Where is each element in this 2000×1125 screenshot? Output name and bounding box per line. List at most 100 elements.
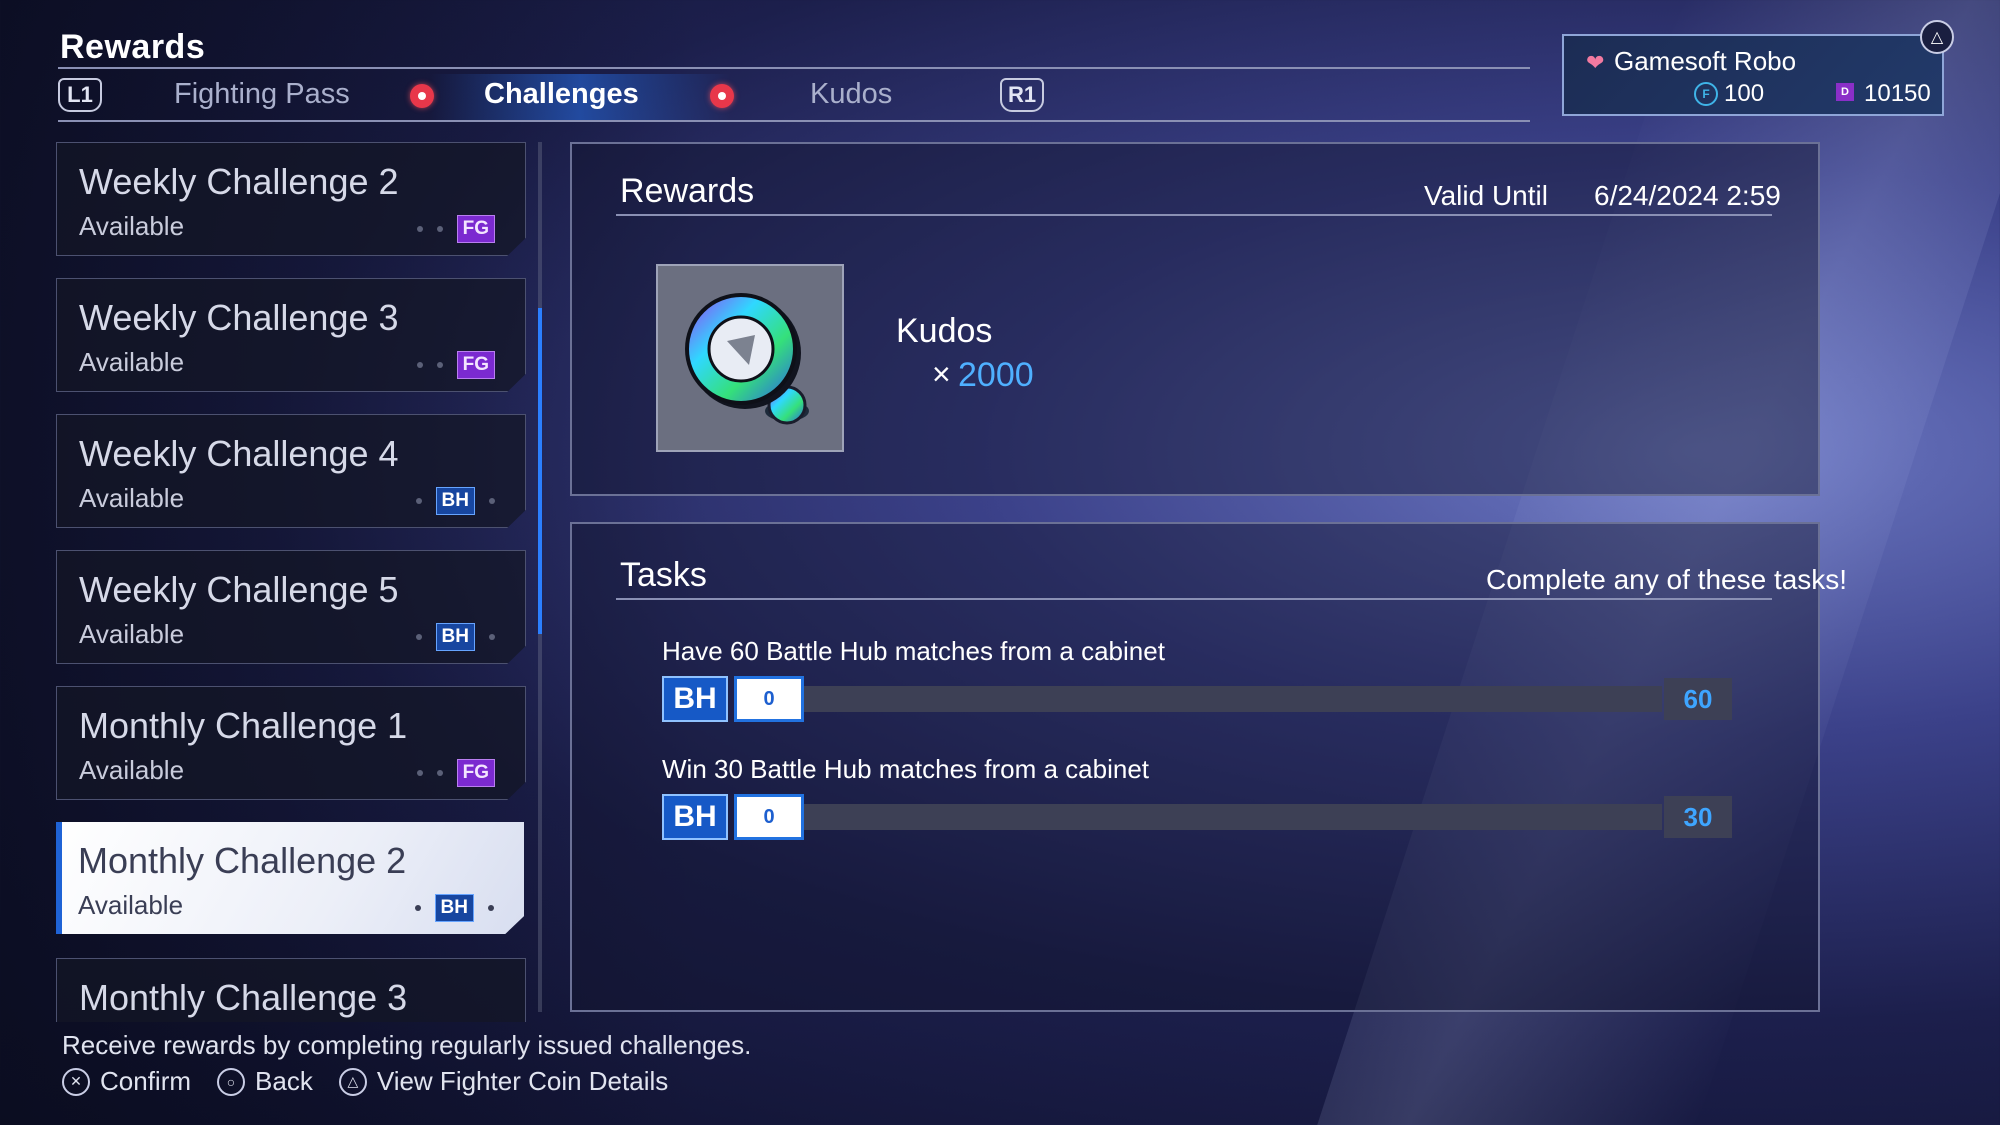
r1-shoulder-button[interactable]: R1	[1000, 78, 1044, 112]
kudos-chip-icon	[685, 293, 809, 425]
indicator-dot	[416, 362, 423, 368]
indicator-dot	[436, 226, 443, 232]
task-goal-value: 60	[1664, 678, 1732, 720]
page-title: Rewards	[60, 28, 206, 66]
indicator-dot	[416, 770, 423, 776]
challenge-status: Available	[78, 890, 184, 920]
task-label: Have 60 Battle Hub matches from a cabine…	[662, 636, 1165, 666]
mode-indicators: FG	[416, 215, 495, 243]
challenge-name: Weekly Challenge 2	[79, 161, 399, 202]
reward-quantity: 2000	[958, 356, 1034, 394]
tasks-hint: Complete any of these tasks!	[1486, 564, 1848, 595]
challenge-list-item[interactable]: Weekly Challenge 5 Available BH	[56, 550, 526, 664]
valid-until-date: 6/24/2024 2:59	[1594, 180, 1781, 211]
reward-item-name: Kudos	[896, 312, 993, 350]
indicator-dot	[489, 634, 495, 640]
task-goal-value: 30	[1664, 796, 1732, 838]
alert-icon	[710, 84, 734, 108]
profile-name: Gamesoft Robo	[1614, 46, 1797, 76]
indicator-dot	[488, 905, 494, 911]
battle-hub-badge: BH	[435, 487, 475, 515]
profile-card: ❤ Gamesoft Robo F 100 D 10150	[1562, 34, 1944, 116]
list-scrollbar-thumb[interactable]	[538, 308, 542, 634]
fighting-ground-badge: FG	[456, 759, 495, 787]
indicator-dot	[436, 362, 443, 368]
tab-fighting-pass[interactable]: Fighting Pass	[174, 78, 350, 111]
task-current-value: 0	[734, 676, 804, 722]
triangle-button-icon[interactable]: △	[1920, 20, 1954, 54]
mode-indicators: BH	[415, 487, 495, 515]
challenge-name: Weekly Challenge 3	[79, 297, 399, 338]
confirm-label: Confirm	[100, 1066, 192, 1096]
challenge-name: Monthly Challenge 2	[78, 840, 407, 881]
cross-button-icon: ✕	[62, 1067, 90, 1096]
fighting-ground-badge: FG	[456, 351, 495, 379]
challenge-name: Monthly Challenge 1	[79, 705, 408, 746]
tabs-divider	[58, 120, 1530, 122]
indicator-dot	[489, 498, 495, 504]
challenge-name: Weekly Challenge 5	[79, 569, 399, 610]
view-fighter-coin-details-prompt[interactable]: △ View Fighter Coin Details	[338, 1066, 669, 1097]
circle-button-icon: ○	[217, 1067, 246, 1096]
challenge-status: Available	[79, 619, 185, 649]
task-progress-bar: BH 0 30	[662, 794, 1732, 840]
challenge-list-item[interactable]: Monthly Challenge 1 Available FG	[56, 686, 526, 800]
challenge-list-item[interactable]: Weekly Challenge 2 Available FG	[56, 142, 526, 256]
multiplier-icon: ×	[932, 356, 951, 392]
alert-icon	[410, 84, 434, 108]
challenge-list-item[interactable]: Monthly Challenge 3	[56, 958, 526, 1022]
valid-until-label: Valid Until	[1424, 180, 1548, 211]
battle-hub-badge: BH	[435, 623, 475, 651]
challenge-status: Available	[79, 211, 185, 241]
triangle-button-icon: △	[338, 1067, 367, 1096]
tab-kudos[interactable]: Kudos	[810, 78, 892, 111]
back-prompt[interactable]: ○ Back	[217, 1066, 313, 1097]
drive-ticket-icon: D	[1836, 83, 1854, 101]
indicator-dot	[414, 905, 421, 911]
title-divider	[58, 67, 1530, 69]
selection-accent	[56, 822, 62, 934]
l1-shoulder-button[interactable]: L1	[58, 78, 102, 112]
task-label: Win 30 Battle Hub matches from a cabinet	[662, 754, 1150, 784]
mode-indicators: BH	[415, 623, 495, 651]
challenge-status: Available	[79, 755, 185, 785]
rewards-panel-title: Rewards	[620, 172, 755, 210]
rewards-panel-divider	[616, 214, 1772, 216]
button-prompts: ✕ Confirm ○ Back △ View Fighter Coin Det…	[62, 1066, 668, 1097]
reward-item-tile[interactable]	[656, 264, 844, 452]
indicator-dot	[415, 634, 422, 640]
tasks-panel-divider	[616, 598, 1772, 600]
indicator-dot	[416, 226, 423, 232]
challenge-name: Monthly Challenge 3	[79, 977, 408, 1018]
task-progress-bar: BH 0 60	[662, 676, 1732, 722]
task-progress-track	[804, 686, 1662, 712]
heart-icon: ❤	[1586, 50, 1605, 75]
mode-indicators: FG	[416, 759, 495, 787]
drive-ticket-value: 10150	[1864, 80, 1931, 107]
challenge-status: Available	[79, 347, 185, 377]
fighter-coin-value: 100	[1724, 80, 1765, 107]
battle-hub-badge: BH	[662, 676, 728, 722]
indicator-dot	[436, 770, 443, 776]
challenge-list-item[interactable]: Weekly Challenge 3 Available FG	[56, 278, 526, 392]
indicator-dot	[415, 498, 422, 504]
task-progress-track	[804, 804, 1662, 830]
challenge-list: Weekly Challenge 2 Available FG Weekly Chal…	[56, 142, 526, 1022]
mode-indicators: FG	[416, 351, 495, 379]
challenge-status: Available	[79, 483, 185, 513]
fighter-coin-icon: F	[1694, 82, 1718, 106]
mode-indicators: BH	[414, 894, 494, 922]
fighting-ground-badge: FG	[456, 215, 495, 243]
battle-hub-badge: BH	[662, 794, 728, 840]
tasks-panel-title: Tasks	[620, 556, 707, 594]
task-current-value: 0	[734, 794, 804, 840]
battle-hub-badge: BH	[434, 894, 474, 922]
view-details-label: View Fighter Coin Details	[376, 1066, 669, 1096]
challenge-list-item[interactable]: Monthly Challenge 2 Available BH	[56, 822, 524, 934]
back-label: Back	[255, 1066, 313, 1096]
challenge-list-item[interactable]: Weekly Challenge 4 Available BH	[56, 414, 526, 528]
footer-description: Receive rewards by completing regularly …	[62, 1030, 752, 1060]
confirm-prompt[interactable]: ✕ Confirm	[62, 1066, 191, 1097]
challenge-name: Weekly Challenge 4	[79, 433, 399, 474]
tab-challenges[interactable]: Challenges	[484, 78, 639, 111]
